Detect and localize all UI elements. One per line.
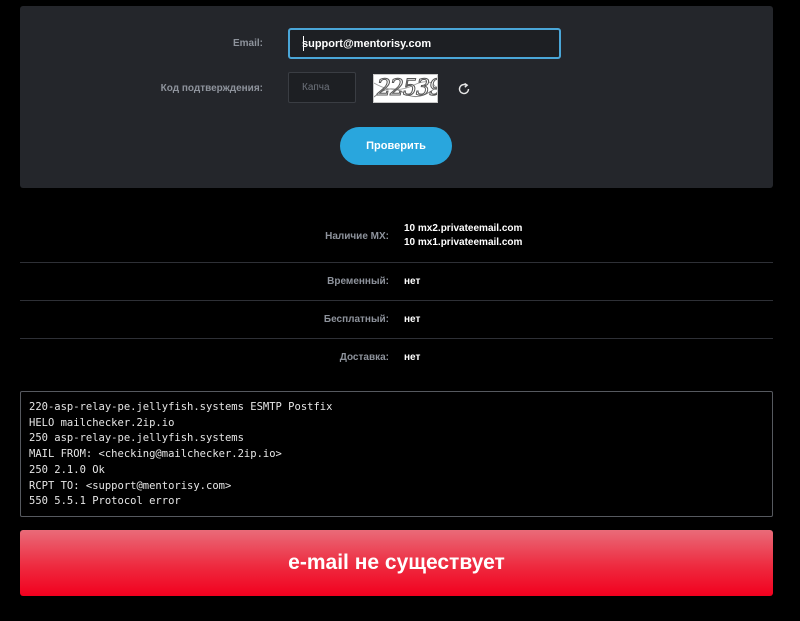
result-value: нет — [404, 276, 421, 287]
email-label: Email: — [232, 38, 263, 49]
verdict-banner: e-mail не существует — [20, 530, 773, 596]
captcha-input[interactable] — [288, 72, 356, 103]
check-button[interactable]: Проверить — [340, 127, 452, 165]
log-line: 250 2.1.0 Ok — [29, 463, 105, 476]
result-label: Доставка: — [339, 352, 389, 363]
email-input[interactable] — [288, 28, 561, 59]
result-label: Бесплатный: — [323, 314, 389, 325]
result-value: нет — [404, 314, 421, 325]
results-table: Наличие MX: 10 mx2.privateemail.com 10 m… — [20, 212, 773, 377]
log-line: 220-asp-relay-pe.jellyfish.systems ESMTP… — [29, 401, 333, 413]
log-line: RCPT TO: <support@mentorisy.com> — [29, 479, 232, 492]
log-line: HELO mailchecker.2ip.io — [29, 416, 175, 429]
captcha-image-text: 22539 — [377, 76, 438, 102]
result-row-temporary: Временный: нет — [20, 263, 773, 301]
result-value: нет — [404, 352, 421, 363]
log-line: 550 5.5.1 Protocol error — [29, 495, 181, 508]
text-caret — [303, 36, 304, 51]
result-value: 10 mx2.privateemail.com — [404, 223, 523, 234]
smtp-log[interactable]: 220-asp-relay-pe.jellyfish.systems ESMTP… — [20, 391, 773, 517]
result-row-mx: Наличие MX: 10 mx2.privateemail.com 10 m… — [20, 212, 773, 263]
result-row-delivery: Доставка: нет — [20, 339, 773, 377]
captcha-image: 22539 — [373, 74, 438, 103]
log-line: MAIL FROM: <checking@mailchecker.2ip.io> — [29, 448, 282, 461]
result-label: Временный: — [327, 276, 389, 287]
email-check-form: Email: Код подтверждения: 22539 Проверит… — [20, 6, 773, 188]
result-row-free: Бесплатный: нет — [20, 301, 773, 339]
refresh-icon[interactable] — [455, 80, 473, 98]
result-value: 10 mx1.privateemail.com — [404, 237, 523, 248]
result-label: Наличие MX: — [325, 231, 389, 242]
captcha-label: Код подтверждения: — [160, 83, 263, 94]
log-line: 250 asp-relay-pe.jellyfish.systems — [29, 432, 244, 445]
verdict-text: e-mail не существует — [288, 551, 505, 574]
